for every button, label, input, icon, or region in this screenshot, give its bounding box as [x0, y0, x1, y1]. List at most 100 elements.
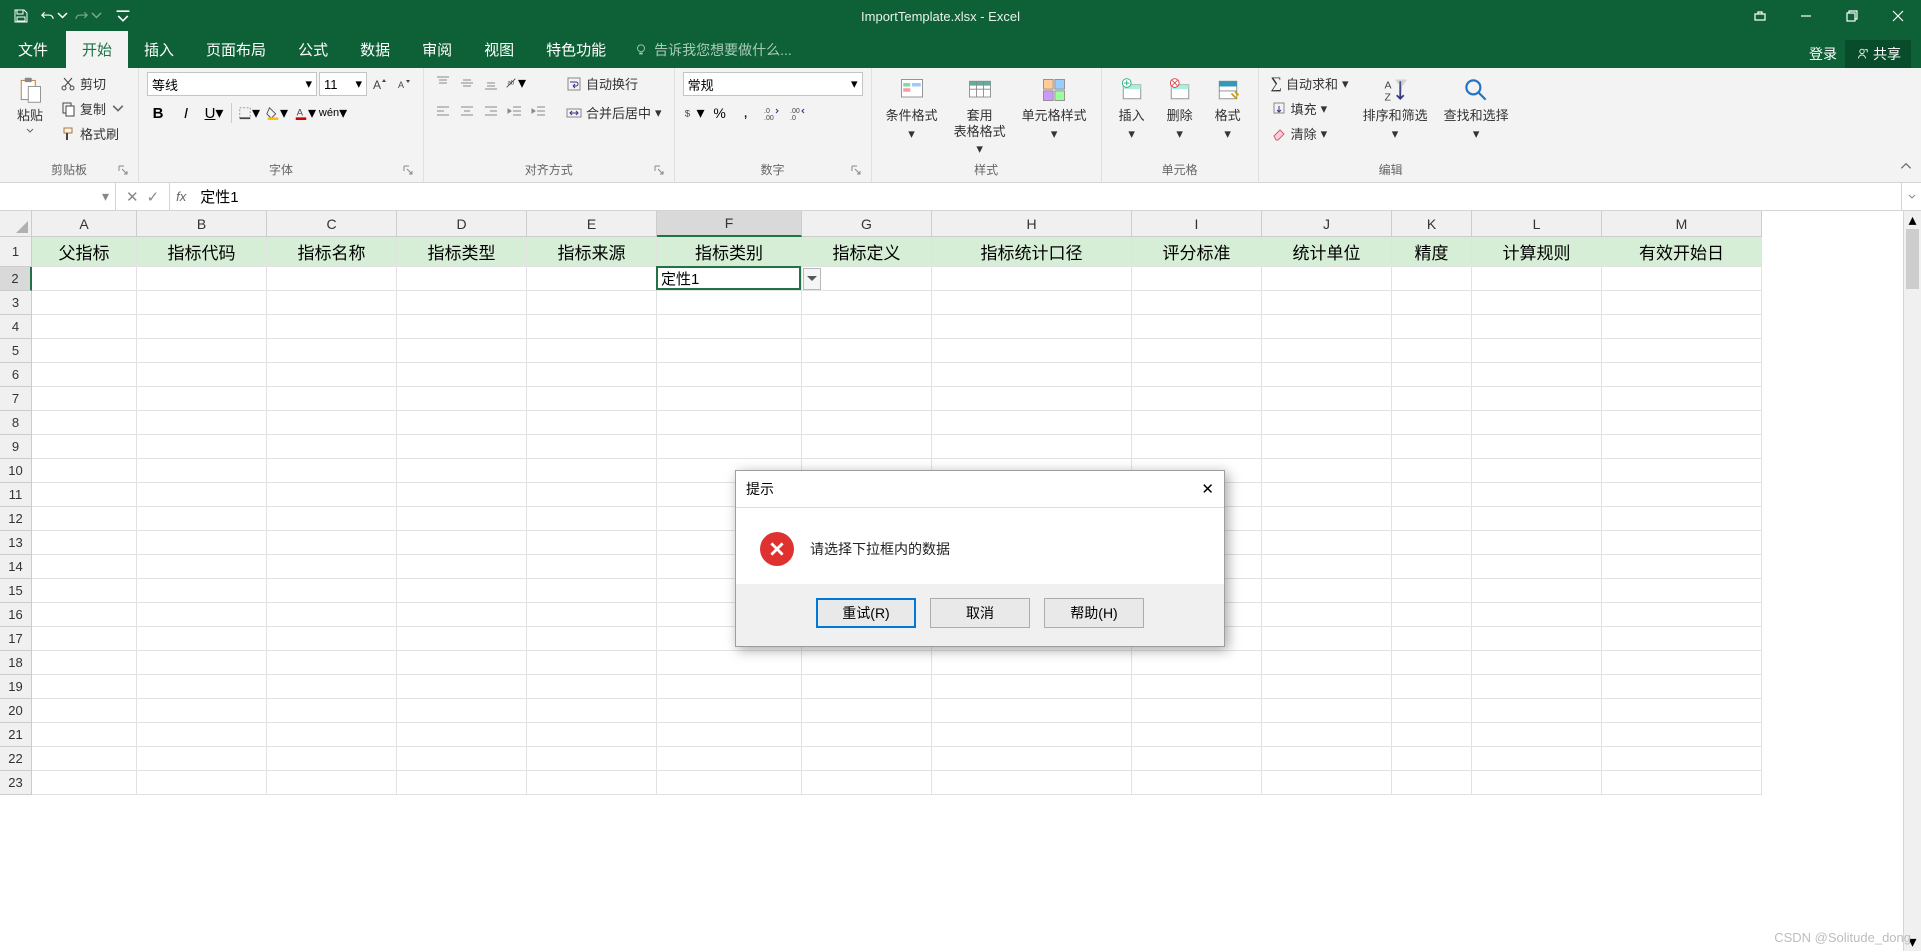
cell-K9[interactable]: [1392, 435, 1472, 459]
cell-E1[interactable]: 指标来源: [527, 237, 657, 267]
row-headers[interactable]: 1234567891011121314151617181920212223: [0, 237, 32, 795]
cell-K23[interactable]: [1392, 771, 1472, 795]
column-header-K[interactable]: K: [1392, 211, 1472, 237]
row-header-1[interactable]: 1: [0, 237, 32, 267]
cell-E14[interactable]: [527, 555, 657, 579]
cell-F18[interactable]: [657, 651, 802, 675]
cell-G18[interactable]: [802, 651, 932, 675]
row-header-20[interactable]: 20: [0, 699, 32, 723]
conditional-format-button[interactable]: 条件格式▾: [880, 72, 944, 143]
cell-L2[interactable]: [1472, 267, 1602, 291]
undo-icon[interactable]: [40, 2, 70, 30]
cell-J3[interactable]: [1262, 291, 1392, 315]
cell-F21[interactable]: [657, 723, 802, 747]
fx-icon[interactable]: fx: [170, 183, 192, 210]
cancel-button[interactable]: 取消: [930, 598, 1030, 628]
cell-C19[interactable]: [267, 675, 397, 699]
row-header-18[interactable]: 18: [0, 651, 32, 675]
cell-L10[interactable]: [1472, 459, 1602, 483]
cell-C18[interactable]: [267, 651, 397, 675]
indent-decrease-icon[interactable]: [504, 100, 526, 122]
cell-G19[interactable]: [802, 675, 932, 699]
cell-C2[interactable]: [267, 267, 397, 291]
row-header-14[interactable]: 14: [0, 555, 32, 579]
tab-insert[interactable]: 插入: [128, 31, 190, 68]
cell-L11[interactable]: [1472, 483, 1602, 507]
column-header-D[interactable]: D: [397, 211, 527, 237]
format-cells-button[interactable]: 格式▾: [1206, 72, 1250, 143]
cell-A12[interactable]: [32, 507, 137, 531]
row-header-15[interactable]: 15: [0, 579, 32, 603]
underline-icon[interactable]: U▾: [203, 102, 225, 124]
cell-E19[interactable]: [527, 675, 657, 699]
row-header-23[interactable]: 23: [0, 771, 32, 795]
cell-I4[interactable]: [1132, 315, 1262, 339]
cell-K19[interactable]: [1392, 675, 1472, 699]
name-box[interactable]: ▾: [0, 183, 116, 210]
cell-I20[interactable]: [1132, 699, 1262, 723]
cell-G6[interactable]: [802, 363, 932, 387]
cell-K1[interactable]: 精度: [1392, 237, 1472, 267]
cell-E21[interactable]: [527, 723, 657, 747]
cell-B9[interactable]: [137, 435, 267, 459]
tab-special[interactable]: 特色功能: [530, 31, 622, 68]
cell-A13[interactable]: [32, 531, 137, 555]
align-middle-icon[interactable]: [456, 72, 478, 94]
cell-I2[interactable]: [1132, 267, 1262, 291]
cell-F20[interactable]: [657, 699, 802, 723]
cell-J20[interactable]: [1262, 699, 1392, 723]
cell-M22[interactable]: [1602, 747, 1762, 771]
cell-J9[interactable]: [1262, 435, 1392, 459]
cell-styles-button[interactable]: 单元格样式▾: [1016, 72, 1093, 143]
cell-D20[interactable]: [397, 699, 527, 723]
minimize-icon[interactable]: [1783, 0, 1829, 32]
font-name-combo[interactable]: 等线▾: [147, 72, 317, 96]
cell-C15[interactable]: [267, 579, 397, 603]
cell-B15[interactable]: [137, 579, 267, 603]
cell-B18[interactable]: [137, 651, 267, 675]
find-select-button[interactable]: 查找和选择▾: [1438, 72, 1515, 143]
cell-L16[interactable]: [1472, 603, 1602, 627]
dialog-launcher-icon[interactable]: [116, 164, 130, 178]
cell-C1[interactable]: 指标名称: [267, 237, 397, 267]
merge-center-button[interactable]: 合并后居中▾: [562, 101, 666, 124]
row-header-3[interactable]: 3: [0, 291, 32, 315]
cell-D1[interactable]: 指标类型: [397, 237, 527, 267]
cell-B23[interactable]: [137, 771, 267, 795]
cell-K5[interactable]: [1392, 339, 1472, 363]
column-header-G[interactable]: G: [802, 211, 932, 237]
cell-G3[interactable]: [802, 291, 932, 315]
cell-B1[interactable]: 指标代码: [137, 237, 267, 267]
row-header-16[interactable]: 16: [0, 603, 32, 627]
vertical-scrollbar[interactable]: ▴ ▾: [1903, 211, 1921, 951]
cell-E17[interactable]: [527, 627, 657, 651]
cell-D18[interactable]: [397, 651, 527, 675]
cell-J14[interactable]: [1262, 555, 1392, 579]
cell-F5[interactable]: [657, 339, 802, 363]
cell-M15[interactable]: [1602, 579, 1762, 603]
cell-H22[interactable]: [932, 747, 1132, 771]
cell-I23[interactable]: [1132, 771, 1262, 795]
cell-C14[interactable]: [267, 555, 397, 579]
cell-M6[interactable]: [1602, 363, 1762, 387]
cell-J10[interactable]: [1262, 459, 1392, 483]
cell-D3[interactable]: [397, 291, 527, 315]
cell-F19[interactable]: [657, 675, 802, 699]
cell-E2[interactable]: [527, 267, 657, 291]
cell-M5[interactable]: [1602, 339, 1762, 363]
cell-D15[interactable]: [397, 579, 527, 603]
cell-E9[interactable]: [527, 435, 657, 459]
cell-K15[interactable]: [1392, 579, 1472, 603]
cell-D2[interactable]: [397, 267, 527, 291]
cell-L22[interactable]: [1472, 747, 1602, 771]
cell-E22[interactable]: [527, 747, 657, 771]
cell-L15[interactable]: [1472, 579, 1602, 603]
cell-K10[interactable]: [1392, 459, 1472, 483]
help-button[interactable]: 帮助(H): [1044, 598, 1144, 628]
cell-L4[interactable]: [1472, 315, 1602, 339]
cell-J12[interactable]: [1262, 507, 1392, 531]
column-header-J[interactable]: J: [1262, 211, 1392, 237]
cell-E16[interactable]: [527, 603, 657, 627]
cell-E18[interactable]: [527, 651, 657, 675]
cell-A2[interactable]: [32, 267, 137, 291]
